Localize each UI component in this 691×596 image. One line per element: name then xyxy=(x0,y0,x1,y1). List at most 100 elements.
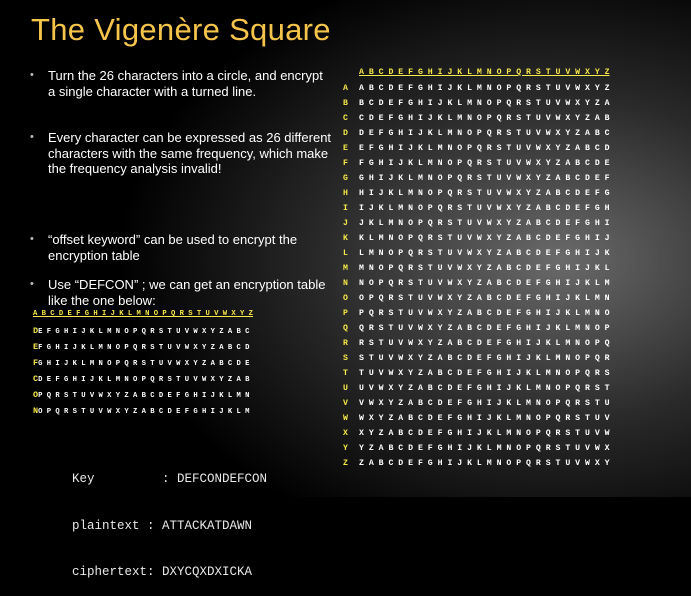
row-letters: Q R S T U V W X Y Z A B C D E F G H I J … xyxy=(359,324,610,333)
key-example-block: Key : DEFCONDEFCON plaintext : ATTACKATD… xyxy=(72,441,267,596)
row-key-letter: K xyxy=(343,234,348,243)
table-row: FF G H I J K L M N O P Q R S T U V W X Y… xyxy=(343,159,610,168)
row-key-letter: O xyxy=(343,294,348,303)
row-key-letter: P xyxy=(343,309,348,318)
row-letters: S T U V W X Y Z A B C D E F G H I J K L … xyxy=(359,354,610,363)
ciphertext-label: ciphertext: xyxy=(72,565,155,579)
row-letters: E F G H I J K L M N O P Q R S T U V W X … xyxy=(38,328,250,336)
row-key-letter: Q xyxy=(343,324,348,333)
row-letters: V W X Y Z A B C D E F G H I J K L M N O … xyxy=(359,399,610,408)
row-key-letter: T xyxy=(343,369,348,378)
row-letters: Z A B C D E F G H I J K L M N O P Q R S … xyxy=(359,459,610,468)
table-row: LL M N O P Q R S T U V W X Y Z A B C D E… xyxy=(343,249,610,258)
table-row: SS T U V W X Y Z A B C D E F G H I J K L… xyxy=(343,354,610,363)
row-letters: G H I J K L M N O P Q R S T U V W X Y Z … xyxy=(38,360,250,368)
row-letters: O P Q R S T U V W X Y Z A B C D E F G H … xyxy=(359,294,610,303)
vigenere-table-header: A B C D E F G H I J K L M N O P Q R S T … xyxy=(343,68,610,77)
table-row: HH I J K L M N O P Q R S T U V W X Y Z A… xyxy=(343,189,610,198)
row-key-letter: F xyxy=(343,159,348,168)
table-row: KK L M N O P Q R S T U V W X Y Z A B C D… xyxy=(343,234,610,243)
row-key-letter: R xyxy=(343,339,348,348)
plaintext-line: plaintext : ATTACKATDAWN xyxy=(72,519,267,535)
row-letters: Y Z A B C D E F G H I J K L M N O P Q R … xyxy=(359,444,610,453)
table-row: OP Q R S T U V W X Y Z A B C D E F G H I… xyxy=(33,390,249,400)
table-row: BB C D E F G H I J K L M N O P Q R S T U… xyxy=(343,99,610,108)
row-letters: F G H I J K L M N O P Q R S T U V W X Y … xyxy=(38,344,250,352)
table-row: WW X Y Z A B C D E F G H I J K L M N O P… xyxy=(343,414,610,423)
table-row: FG H I J K L M N O P Q R S T U V W X Y Z… xyxy=(33,358,249,368)
row-letters: C D E F G H I J K L M N O P Q R S T U V … xyxy=(359,114,610,123)
table-row: DE F G H I J K L M N O P Q R S T U V W X… xyxy=(33,326,249,336)
row-key-letter: G xyxy=(343,174,348,183)
row-letters: J K L M N O P Q R S T U V W X Y Z A B C … xyxy=(359,219,610,228)
bullet-text: Turn the 26 characters into a circle, an… xyxy=(48,68,323,99)
table-row: GG H I J K L M N O P Q R S T U V W X Y Z… xyxy=(343,174,610,183)
row-letters: M N O P Q R S T U V W X Y Z A B C D E F … xyxy=(359,264,610,273)
row-key-letter: D xyxy=(343,129,348,138)
table-row: DD E F G H I J K L M N O P Q R S T U V W… xyxy=(343,129,610,138)
row-letters: O P Q R S T U V W X Y Z A B C D E F G H … xyxy=(38,408,250,416)
row-letters: D E F G H I J K L M N O P Q R S T U V W … xyxy=(38,376,250,384)
row-key-letter: Y xyxy=(343,444,348,453)
row-letters: X Y Z A B C D E F G H I J K L M N O P Q … xyxy=(359,429,610,438)
vigenere-square-table: A B C D E F G H I J K L M N O P Q R S T … xyxy=(343,68,610,468)
table-row: MM N O P Q R S T U V W X Y Z A B C D E F… xyxy=(343,264,610,273)
row-key-letter: M xyxy=(343,264,348,273)
key-line: Key : DEFCONDEFCON xyxy=(72,472,267,488)
row-key-letter: Z xyxy=(343,459,348,468)
table-row: TT U V W X Y Z A B C D E F G H I J K L M… xyxy=(343,369,610,378)
bullet-dot-icon: • xyxy=(30,278,34,290)
row-key-letter: S xyxy=(343,354,348,363)
key-label: Key : xyxy=(72,472,170,486)
row-key-letter: W xyxy=(343,414,348,423)
table-row: II J K L M N O P Q R S T U V W X Y Z A B… xyxy=(343,204,610,213)
table-row: PP Q R S T U V W X Y Z A B C D E F G H I… xyxy=(343,309,610,318)
row-letters: G H I J K L M N O P Q R S T U V W X Y Z … xyxy=(359,174,610,183)
row-letters: H I J K L M N O P Q R S T U V W X Y Z A … xyxy=(359,189,610,198)
table-row: YY Z A B C D E F G H I J K L M N O P Q R… xyxy=(343,444,610,453)
row-letters: P Q R S T U V W X Y Z A B C D E F G H I … xyxy=(38,392,250,400)
table-row: ZZ A B C D E F G H I J K L M N O P Q R S… xyxy=(343,459,610,468)
defcon-table-header: A B C D E F G H I J K L M N O P Q R S T … xyxy=(33,310,253,318)
table-row: NN O P Q R S T U V W X Y Z A B C D E F G… xyxy=(343,279,610,288)
table-row: NO P Q R S T U V W X Y Z A B C D E F G H… xyxy=(33,406,249,416)
key-value: DEFCONDEFCON xyxy=(177,472,268,486)
row-letters: I J K L M N O P Q R S T U V W X Y Z A B … xyxy=(359,204,610,213)
row-letters: B C D E F G H I J K L M N O P Q R S T U … xyxy=(359,99,610,108)
row-letters: T U V W X Y Z A B C D E F G H I J K L M … xyxy=(359,369,610,378)
row-key-letter: A xyxy=(343,84,348,93)
row-key-letter: I xyxy=(343,204,348,213)
bullet-dot-icon: • xyxy=(30,233,34,245)
table-row: OO P Q R S T U V W X Y Z A B C D E F G H… xyxy=(343,294,610,303)
row-letters: E F G H I J K L M N O P Q R S T U V W X … xyxy=(359,144,610,153)
row-key-letter: X xyxy=(343,429,348,438)
row-key-letter: V xyxy=(343,399,348,408)
row-letters: W X Y Z A B C D E F G H I J K L M N O P … xyxy=(359,414,610,423)
table-row: CD E F G H I J K L M N O P Q R S T U V W… xyxy=(33,374,249,384)
row-letters: L M N O P Q R S T U V W X Y Z A B C D E … xyxy=(359,249,610,258)
slide-title: The Vigenère Square xyxy=(31,12,331,47)
row-key-letter: J xyxy=(343,219,348,228)
bullet-dot-icon: • xyxy=(30,69,34,81)
bullet-text: Use “DEFCON” ; we can get an encryption … xyxy=(48,277,326,308)
row-letters: D E F G H I J K L M N O P Q R S T U V W … xyxy=(359,129,610,138)
bullet-text: “offset keyword” can be used to encrypt … xyxy=(48,232,298,263)
table-row: XX Y Z A B C D E F G H I J K L M N O P Q… xyxy=(343,429,610,438)
ciphertext-value: DXYCQXDXICKA xyxy=(162,565,253,579)
row-key-letter: N xyxy=(343,279,348,288)
table-row: QQ R S T U V W X Y Z A B C D E F G H I J… xyxy=(343,324,610,333)
bullet-dot-icon: • xyxy=(30,131,34,143)
table-row: JJ K L M N O P Q R S T U V W X Y Z A B C… xyxy=(343,219,610,228)
plaintext-label: plaintext : xyxy=(72,518,155,533)
defcon-table: A B C D E F G H I J K L M N O P Q R S T … xyxy=(33,310,253,416)
row-letters: U V W X Y Z A B C D E F G H I J K L M N … xyxy=(359,384,610,393)
row-key-letter: B xyxy=(343,99,348,108)
bullet-text: Every character can be expressed as 26 d… xyxy=(48,130,332,176)
row-key-letter: H xyxy=(343,189,348,198)
row-letters: A B C D E F G H I J K L M N O P Q R S T … xyxy=(359,84,610,93)
row-key-letter: E xyxy=(343,144,348,153)
row-letters: F G H I J K L M N O P Q R S T U V W X Y … xyxy=(359,159,610,168)
ciphertext-line: ciphertext: DXYCQXDXICKA xyxy=(72,565,267,581)
row-letters: R S T U V W X Y Z A B C D E F G H I J K … xyxy=(359,339,610,348)
table-row: EE F G H I J K L M N O P Q R S T U V W X… xyxy=(343,144,610,153)
